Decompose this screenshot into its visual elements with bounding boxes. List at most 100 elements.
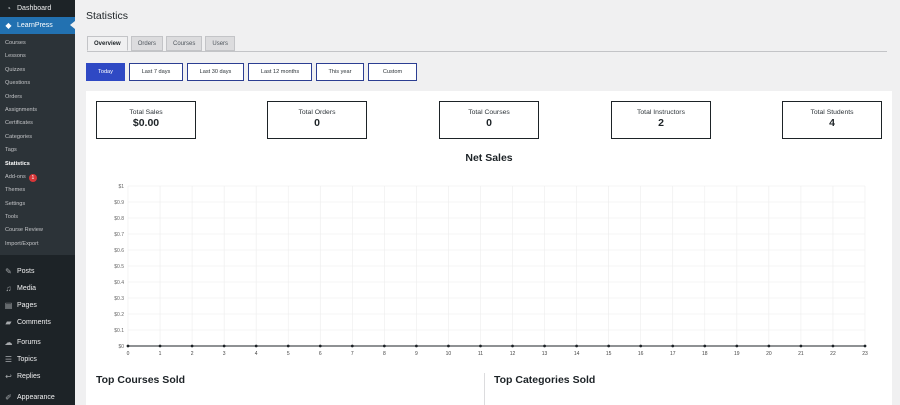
filter-last-7-days-button[interactable]: Last 7 days	[129, 63, 183, 81]
y-tick-label: $0	[118, 344, 124, 350]
admin-sidebar: ◔ Dashboard ◆ LearnPress Courses Lessons…	[0, 0, 75, 405]
submenu-item-tags[interactable]: Tags	[0, 144, 75, 157]
y-tick-label: $0.1	[114, 328, 124, 334]
filter-last-12-months-button[interactable]: Last 12 months	[248, 63, 312, 81]
sidebar-item-posts[interactable]: ✎ Posts	[0, 263, 75, 280]
data-point	[863, 344, 867, 348]
submenu-item-themes[interactable]: Themes	[0, 184, 75, 197]
submenu-label: Statistics	[5, 160, 30, 167]
submenu-item-questions[interactable]: Questions	[0, 77, 75, 90]
data-point	[382, 344, 386, 348]
stat-value: 0	[486, 117, 492, 129]
y-tick-label: $1	[118, 184, 124, 190]
update-count-badge: 1	[28, 173, 37, 182]
page-title: Statistics	[86, 10, 129, 22]
submenu-label: Settings	[5, 200, 26, 207]
brush-icon: ✐	[5, 392, 12, 402]
data-point	[639, 344, 643, 348]
x-tick-label: 5	[287, 351, 290, 356]
sidebar-item-appearance[interactable]: ✐ Appearance	[0, 389, 75, 405]
data-point	[350, 344, 354, 348]
statistics-tabs: Overview Orders Courses Users	[87, 36, 236, 51]
sidebar-item-media[interactable]: ♫ Media	[0, 280, 75, 297]
sidebar-item-topics[interactable]: ☰ Topics	[0, 351, 75, 368]
submenu-item-tools[interactable]: Tools	[0, 211, 75, 224]
x-tick-label: 23	[862, 351, 868, 356]
x-tick-label: 6	[319, 351, 322, 356]
x-tick-label: 2	[191, 351, 194, 356]
data-point	[799, 344, 803, 348]
stat-value: 4	[829, 117, 835, 129]
data-point	[447, 344, 450, 348]
sidebar-item-label: Forums	[17, 339, 41, 347]
filter-custom-button[interactable]: Custom	[368, 63, 417, 81]
sidebar-item-comments[interactable]: ▰ Comments	[0, 314, 75, 331]
tab-orders[interactable]: Orders	[130, 36, 164, 51]
tab-courses[interactable]: Courses	[166, 36, 203, 51]
sidebar-item-dashboard[interactable]: ◔ Dashboard	[0, 0, 75, 17]
data-point	[703, 344, 707, 348]
submenu-item-certificates[interactable]: Certificates	[0, 117, 75, 130]
section-divider	[484, 373, 485, 405]
submenu-label: Themes	[5, 187, 26, 194]
y-tick-label: $0.6	[114, 248, 124, 254]
x-tick-label: 11	[478, 351, 483, 356]
data-point	[190, 344, 194, 348]
data-point	[158, 344, 162, 348]
stat-card-total-students: Total Students 4	[782, 101, 882, 139]
sidebar-item-label: Replies	[17, 372, 41, 380]
sidebar-item-learnpress[interactable]: ◆ LearnPress	[0, 17, 75, 34]
filter-last-30-days-button[interactable]: Last 30 days	[187, 63, 244, 81]
x-tick-label: 20	[766, 351, 772, 356]
topic-icon: ☰	[4, 355, 13, 365]
stat-label: Total Instructors	[637, 109, 685, 116]
sidebar-item-pages[interactable]: ▤ Pages	[0, 297, 75, 314]
y-tick-label: $0.8	[114, 216, 124, 222]
stat-label: Total Sales	[129, 109, 163, 116]
x-tick-label: 17	[670, 351, 676, 356]
reply-icon: ↩	[5, 371, 12, 381]
y-tick-label: $0.7	[114, 232, 124, 238]
data-point	[511, 344, 514, 348]
submenu-item-statistics[interactable]: Statistics	[0, 158, 75, 171]
tab-overview[interactable]: Overview	[87, 36, 128, 51]
sidebar-item-replies[interactable]: ↩ Replies	[0, 368, 75, 385]
filter-today-button[interactable]: Today	[86, 63, 125, 81]
data-point	[575, 344, 579, 348]
forum-icon: ☁	[4, 338, 13, 348]
stat-card-total-courses: Total Courses 0	[439, 101, 539, 139]
data-point	[414, 344, 418, 348]
x-tick-label: 15	[606, 351, 612, 356]
submenu-item-categories[interactable]: Categories	[0, 131, 75, 144]
data-point	[735, 344, 739, 348]
stat-label: Total Students	[810, 109, 854, 116]
x-tick-label: 1	[159, 351, 162, 356]
chart-title: Net Sales	[465, 152, 513, 164]
y-tick-label: $0.3	[114, 296, 124, 302]
submenu-item-lessons[interactable]: Lessons	[0, 50, 75, 63]
data-point	[831, 344, 835, 348]
sidebar-item-label: Pages	[17, 301, 37, 309]
filter-this-year-button[interactable]: This year	[316, 63, 364, 81]
submenu-label: Tags	[5, 147, 17, 154]
top-categories-heading: Top Categories Sold	[494, 374, 596, 386]
submenu-label: Quizzes	[5, 66, 26, 73]
submenu-label: Assignments	[5, 106, 38, 113]
submenu-item-addons[interactable]: Add-ons 1	[0, 171, 75, 184]
submenu-item-course-review[interactable]: Course Review	[0, 224, 75, 237]
submenu-item-import-export[interactable]: Import/Export	[0, 238, 75, 251]
submenu-item-quizzes[interactable]: Quizzes	[0, 64, 75, 77]
x-tick-label: 10	[446, 351, 452, 356]
sidebar-item-label: Comments	[17, 318, 51, 326]
stat-value: 2	[658, 117, 664, 129]
submenu-item-orders[interactable]: Orders	[0, 91, 75, 104]
sidebar-item-forums[interactable]: ☁ Forums	[0, 334, 75, 351]
submenu-label: Categories	[5, 133, 33, 140]
submenu-item-settings[interactable]: Settings	[0, 198, 75, 211]
x-tick-label: 22	[830, 351, 836, 356]
submenu-item-assignments[interactable]: Assignments	[0, 104, 75, 117]
statistics-panel: Total Sales $0.00 Total Orders 0 Total C…	[86, 91, 892, 405]
submenu-item-courses[interactable]: Courses	[0, 37, 75, 50]
tab-users[interactable]: Users	[205, 36, 236, 51]
submenu-label: Lessons	[5, 53, 26, 60]
